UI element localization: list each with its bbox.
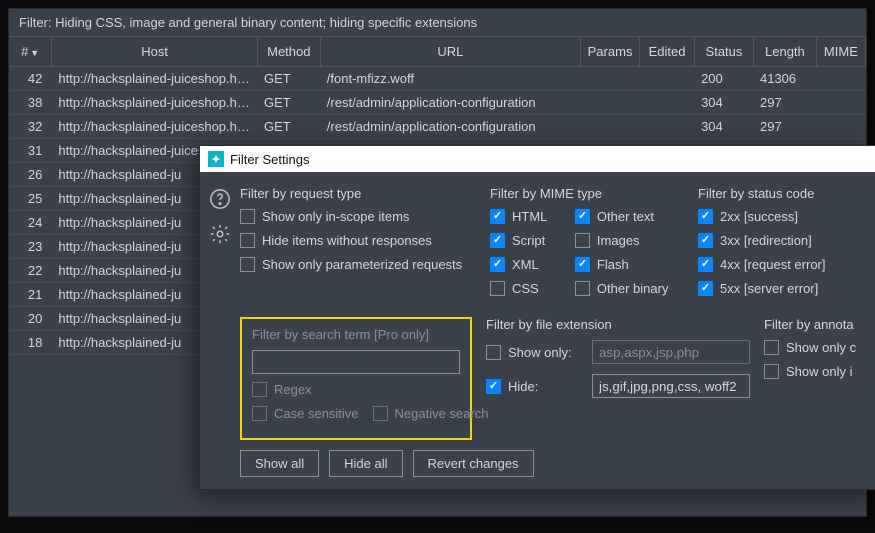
table-row[interactable]: 42http://hacksplained-juiceshop.h…GET/fo… [9,67,866,91]
table-row[interactable]: 38http://hacksplained-juiceshop.h…GET/re… [9,91,866,115]
chk-in-scope[interactable]: Show only in-scope items [240,209,472,224]
cell: 200 [695,67,754,90]
chk-status-4xx[interactable]: 4xx [request error] [698,257,868,272]
heading-search: Filter by search term [Pro only] [252,327,460,342]
cell: 23 [9,235,52,258]
input-show-only-ext[interactable] [592,340,750,364]
revert-changes-button[interactable]: Revert changes [413,450,534,477]
cell: 297 [754,115,817,138]
filter-summary-bar[interactable]: Filter: Hiding CSS, image and general bi… [9,9,866,37]
chk-mime-otherbinary[interactable]: Other binary [575,281,680,296]
col-header-length[interactable]: Length [754,37,817,66]
cell [640,91,695,114]
cell: http://hacksplained-juiceshop.h… [52,67,258,90]
col-header-host[interactable]: Host [52,37,258,66]
heading-extension: Filter by file extension [486,317,750,332]
chk-mime-xml[interactable]: XML [490,257,559,272]
cell [581,67,640,90]
lbl-hide: Hide: [508,379,538,394]
table-header-row: #▼ Host Method URL Params Edited Status … [9,37,866,67]
cell: 42 [9,67,52,90]
cell [640,67,695,90]
chk-case-sensitive: Case sensitive [252,406,359,421]
chk-no-response[interactable]: Hide items without responses [240,233,472,248]
chk-annot-comments[interactable]: Show only c [764,340,856,355]
cell: 22 [9,259,52,282]
cell: 26 [9,163,52,186]
heading-annotation: Filter by annota [764,317,856,332]
cell: /rest/admin/application-configuration [321,115,581,138]
chk-mime-css[interactable]: CSS [490,281,559,296]
chk-status-2xx[interactable]: 2xx [success] [698,209,868,224]
col-header-url[interactable]: URL [321,37,581,66]
col-header-mime[interactable]: MIME [817,37,866,66]
cell: GET [258,115,321,138]
chk-mime-images[interactable]: Images [575,233,680,248]
gear-icon[interactable] [209,223,231,248]
app-icon: ✦ [208,151,224,167]
chk-mime-flash[interactable]: Flash [575,257,680,272]
input-hide-ext[interactable] [592,374,750,398]
cell: /font-mfizz.woff [321,67,581,90]
chk-annot-highlight[interactable]: Show only i [764,364,856,379]
cell: GET [258,67,321,90]
cell: http://hacksplained-juiceshop.h… [52,115,258,138]
col-header-method[interactable]: Method [258,37,321,66]
cell [817,91,866,114]
cell: 25 [9,187,52,210]
cell: 31 [9,139,52,162]
show-all-button[interactable]: Show all [240,450,319,477]
cell [817,115,866,138]
chk-status-5xx[interactable]: 5xx [server error] [698,281,868,296]
cell: 20 [9,307,52,330]
sort-desc-icon: ▼ [30,48,39,58]
cell: /rest/admin/application-configuration [321,91,581,114]
cell [581,91,640,114]
filter-settings-dialog: ✦ Filter Settings Filter by request type… [199,145,875,490]
chk-mime-othertext[interactable]: Other text [575,209,680,224]
chk-hide-ext[interactable] [486,379,501,394]
cell [817,67,866,90]
heading-status: Filter by status code [698,186,868,201]
chk-mime-script[interactable]: Script [490,233,559,248]
cell: 297 [754,91,817,114]
cell [581,115,640,138]
cell: 304 [695,91,754,114]
chk-status-3xx[interactable]: 3xx [redirection] [698,233,868,248]
col-header-edited[interactable]: Edited [640,37,695,66]
proxy-history-panel: Filter: Hiding CSS, image and general bi… [8,8,867,517]
chk-param-only[interactable]: Show only parameterized requests [240,257,472,272]
cell: 18 [9,331,52,354]
cell: http://hacksplained-juiceshop.h… [52,91,258,114]
cell: 32 [9,115,52,138]
chk-mime-html[interactable]: HTML [490,209,559,224]
cell: 41306 [754,67,817,90]
chk-regex: Regex [252,382,460,397]
dialog-title-text: Filter Settings [230,152,309,167]
col-header-status[interactable]: Status [695,37,754,66]
chk-negative-search: Negative search [373,406,489,421]
col-header-num[interactable]: #▼ [9,37,52,66]
cell: 24 [9,211,52,234]
table-row[interactable]: 32http://hacksplained-juiceshop.h…GET/re… [9,115,866,139]
cell: 38 [9,91,52,114]
cell: GET [258,91,321,114]
col-header-params[interactable]: Params [581,37,640,66]
heading-mime: Filter by MIME type [490,186,680,201]
dialog-titlebar[interactable]: ✦ Filter Settings [200,146,875,172]
cell: 304 [695,115,754,138]
heading-request-type: Filter by request type [240,186,472,201]
lbl-show-only: Show only: [508,345,572,360]
cell: 21 [9,283,52,306]
search-term-input [252,350,460,374]
hide-all-button[interactable]: Hide all [329,450,402,477]
chk-show-only-ext[interactable] [486,345,501,360]
cell [640,115,695,138]
search-term-group: Filter by search term [Pro only] Regex C… [240,317,472,440]
help-icon[interactable] [209,188,231,213]
